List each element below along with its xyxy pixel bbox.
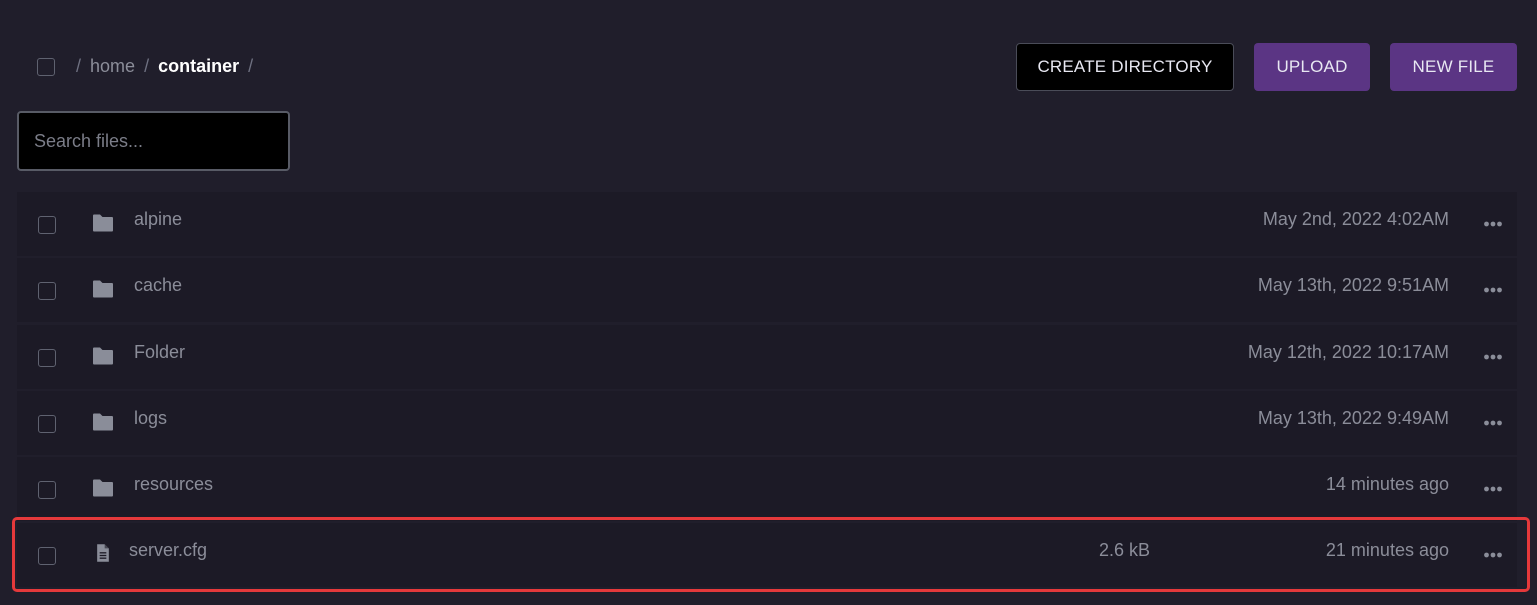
select-all-checkbox[interactable] bbox=[37, 58, 55, 76]
breadcrumb-item-container: container bbox=[158, 56, 240, 76]
file-row[interactable]: Folder May 12th, 2022 10:17AM bbox=[17, 324, 1517, 389]
file-size: 2.6 kB bbox=[1098, 540, 1150, 561]
breadcrumb-separator: / bbox=[76, 56, 82, 76]
file-modified-date: May 2nd, 2022 4:02AM bbox=[1262, 209, 1449, 229]
more-options-icon[interactable] bbox=[1483, 282, 1503, 298]
file-modified-date: May 13th, 2022 9:49AM bbox=[1257, 407, 1449, 428]
create-directory-button[interactable]: CREATE DIRECTORY bbox=[1016, 43, 1234, 91]
folder-icon bbox=[93, 214, 113, 232]
row-checkbox[interactable] bbox=[38, 414, 56, 433]
file-row[interactable]: cache May 13th, 2022 9:51AM bbox=[17, 258, 1517, 323]
file-manager-header: / home / container / CREATE DIRECTORY UP… bbox=[0, 0, 1537, 110]
file-row[interactable]: alpine May 2nd, 2022 4:02AM bbox=[17, 192, 1517, 256]
breadcrumb-separator: / bbox=[248, 56, 254, 76]
file-row[interactable]: resources 14 minutes ago bbox=[17, 457, 1517, 522]
file-name[interactable]: resources bbox=[134, 474, 213, 495]
file-text-icon bbox=[97, 544, 109, 563]
file-modified-date: May 13th, 2022 9:51AM bbox=[1257, 275, 1449, 296]
file-modified-date: May 12th, 2022 10:17AM bbox=[1247, 341, 1449, 362]
folder-icon bbox=[93, 413, 113, 431]
row-checkbox[interactable] bbox=[38, 481, 56, 500]
more-options-icon[interactable] bbox=[1483, 547, 1503, 563]
more-options-icon[interactable] bbox=[1483, 349, 1503, 365]
file-row[interactable]: logs May 13th, 2022 9:49AM bbox=[17, 390, 1517, 455]
file-name[interactable]: Folder bbox=[134, 342, 185, 363]
file-name[interactable]: server.cfg bbox=[129, 540, 207, 561]
file-name[interactable]: cache bbox=[134, 275, 182, 296]
row-checkbox[interactable] bbox=[38, 282, 56, 301]
file-modified-date: 14 minutes ago bbox=[1325, 474, 1449, 495]
folder-icon bbox=[93, 479, 113, 497]
folder-icon bbox=[93, 280, 113, 298]
breadcrumb-separator: / bbox=[144, 56, 150, 76]
new-file-button[interactable]: NEW FILE bbox=[1390, 43, 1517, 91]
file-name[interactable]: alpine bbox=[134, 209, 182, 230]
file-list: alpine May 2nd, 2022 4:02AM cache May 13… bbox=[17, 192, 1517, 590]
more-options-icon[interactable] bbox=[1483, 481, 1503, 497]
row-checkbox[interactable] bbox=[38, 547, 56, 566]
breadcrumb: / home / container / bbox=[76, 56, 257, 77]
file-row-server-cfg[interactable]: server.cfg 2.6 kB 21 minutes ago bbox=[17, 523, 1517, 588]
upload-button[interactable]: UPLOAD bbox=[1254, 43, 1370, 91]
file-modified-date: 21 minutes ago bbox=[1325, 540, 1449, 561]
row-checkbox[interactable] bbox=[38, 348, 56, 367]
folder-icon bbox=[93, 347, 113, 365]
breadcrumb-item-home[interactable]: home bbox=[90, 56, 135, 76]
more-options-icon[interactable] bbox=[1483, 415, 1503, 431]
more-options-icon[interactable] bbox=[1483, 216, 1503, 232]
search-files-input[interactable] bbox=[17, 111, 290, 171]
file-name[interactable]: logs bbox=[134, 408, 167, 429]
row-checkbox[interactable] bbox=[38, 216, 56, 234]
